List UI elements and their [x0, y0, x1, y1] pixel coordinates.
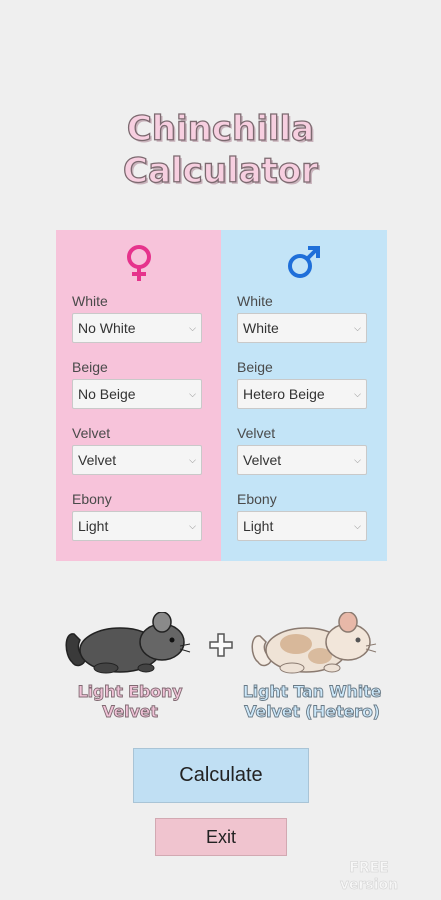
female-ebony-select[interactable]: Light ⌵ [72, 511, 202, 541]
female-panel: White No White ⌵ Beige No Beige ⌵ Velvet… [56, 230, 221, 561]
male-result-name: Light Tan White Velvet (Hetero) [242, 682, 382, 722]
female-ebony-label: Ebony [72, 491, 112, 507]
female-symbol-icon [56, 244, 221, 284]
female-velvet-value: Velvet [78, 452, 117, 468]
app-title-line-2: Calculator [122, 150, 318, 191]
chevron-down-icon: ⌵ [354, 389, 361, 399]
female-beige-label: Beige [72, 359, 108, 375]
exit-button[interactable]: Exit [155, 818, 287, 856]
male-white-label: White [237, 293, 273, 309]
female-white-select[interactable]: No White ⌵ [72, 313, 202, 343]
calculate-button[interactable]: Calculate [133, 748, 309, 803]
female-beige-select[interactable]: No Beige ⌵ [72, 379, 202, 409]
male-panel: White White ⌵ Beige Hetero Beige ⌵ Velve… [221, 230, 387, 561]
male-chinchilla-image [246, 611, 378, 681]
free-version-badge: FREE version [339, 860, 399, 894]
chevron-down-icon: ⌵ [354, 455, 361, 465]
female-ebony-value: Light [78, 518, 109, 534]
male-symbol-icon [221, 244, 387, 284]
male-beige-select[interactable]: Hetero Beige ⌵ [237, 379, 367, 409]
app-title-line-1: Chinchilla [126, 108, 315, 149]
male-ebony-value: Light [243, 518, 274, 534]
male-white-select[interactable]: White ⌵ [237, 313, 367, 343]
female-velvet-select[interactable]: Velvet ⌵ [72, 445, 202, 475]
female-velvet-label: Velvet [72, 425, 111, 441]
male-velvet-select[interactable]: Velvet ⌵ [237, 445, 367, 475]
chevron-down-icon: ⌵ [189, 521, 196, 531]
male-ebony-label: Ebony [237, 491, 277, 507]
chevron-down-icon: ⌵ [354, 323, 361, 333]
plus-icon [208, 632, 234, 663]
male-velvet-label: Velvet [237, 425, 276, 441]
chevron-down-icon: ⌵ [189, 455, 196, 465]
female-beige-value: No Beige [78, 386, 136, 402]
female-chinchilla-image [62, 611, 194, 681]
female-white-label: White [72, 293, 108, 309]
male-velvet-value: Velvet [243, 452, 282, 468]
female-white-value: No White [78, 320, 136, 336]
chevron-down-icon: ⌵ [189, 389, 196, 399]
female-result-name: Light Ebony Velvet [77, 682, 183, 722]
male-white-value: White [243, 320, 279, 336]
male-beige-value: Hetero Beige [243, 386, 325, 402]
male-ebony-select[interactable]: Light ⌵ [237, 511, 367, 541]
male-beige-label: Beige [237, 359, 273, 375]
chevron-down-icon: ⌵ [354, 521, 361, 531]
chevron-down-icon: ⌵ [189, 323, 196, 333]
